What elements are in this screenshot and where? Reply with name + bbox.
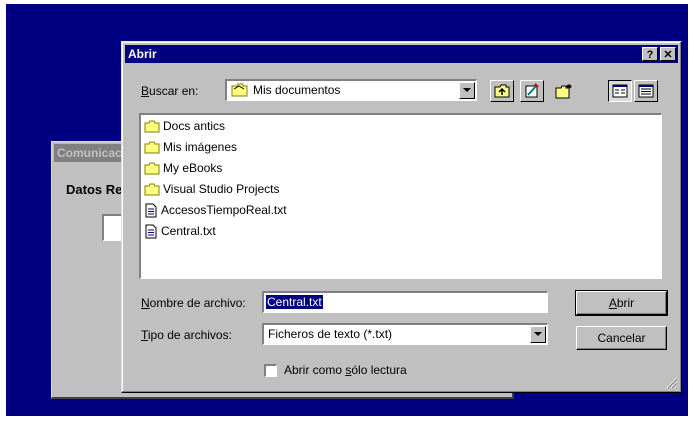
favorites-icon <box>525 83 539 98</box>
readonly-checkbox[interactable] <box>264 364 277 377</box>
folder-icon <box>144 162 160 174</box>
up-one-level-button[interactable] <box>490 80 514 102</box>
list-item[interactable]: Central.txt <box>144 222 216 240</box>
file-type-label: Tipo de archivos: <box>141 328 232 342</box>
list-view-button[interactable] <box>608 80 632 102</box>
look-in-label: Buscar en: <box>141 84 199 98</box>
new-folder-icon <box>555 84 572 99</box>
list-view-icon <box>612 84 628 98</box>
list-item-label: AccesosTiempoReal.txt <box>161 203 287 217</box>
list-item[interactable]: Visual Studio Projects <box>144 180 280 198</box>
desktop: Comunicación Datos Recibidos Abrir ? ✕ B… <box>6 4 688 416</box>
text-file-icon <box>145 203 157 217</box>
dialog-title: Abrir <box>128 47 157 61</box>
size-grip-icon[interactable] <box>666 377 678 389</box>
help-button[interactable]: ? <box>642 47 658 61</box>
folder-icon <box>144 120 160 132</box>
new-folder-button[interactable] <box>552 80 576 102</box>
file-type-dropdown[interactable]: Ficheros de texto (*.txt) <box>262 323 548 345</box>
list-item[interactable]: AccesosTiempoReal.txt <box>144 201 287 219</box>
list-item-label: Central.txt <box>161 224 216 238</box>
cancel-button[interactable]: Cancelar <box>576 326 667 350</box>
up-folder-icon <box>494 84 510 98</box>
text-file-icon <box>145 224 157 238</box>
file-name-input[interactable]: Central.txt <box>262 291 548 313</box>
look-in-arrow[interactable] <box>459 82 475 99</box>
look-in-value: Mis documentos <box>253 83 341 97</box>
file-name-value: Central.txt <box>266 295 323 309</box>
folder-icon <box>144 141 160 153</box>
details-view-icon <box>638 84 654 98</box>
list-item[interactable]: My eBooks <box>144 159 222 177</box>
list-item-label: Mis imágenes <box>163 140 238 154</box>
list-item[interactable]: Docs antics <box>144 117 225 135</box>
close-button[interactable]: ✕ <box>660 47 676 61</box>
look-in-dropdown[interactable]: Mis documentos <box>225 79 477 101</box>
open-dialog: Abrir ? ✕ Buscar en: Mis documentos Docs… <box>121 41 682 393</box>
file-name-label: Nombre de archivo: <box>141 296 246 310</box>
list-item-label: My eBooks <box>163 161 223 175</box>
folder-icon <box>144 183 160 195</box>
readonly-label: Abrir como sólo lectura <box>284 363 407 377</box>
list-item-label: Docs antics <box>163 119 226 133</box>
details-view-button[interactable] <box>634 80 658 102</box>
folder-icon <box>231 83 248 97</box>
open-button[interactable]: Abrir <box>575 290 668 316</box>
file-type-value: Ficheros de texto (*.txt) <box>268 327 393 341</box>
dialog-titlebar[interactable]: Abrir ? ✕ <box>125 45 678 63</box>
list-item-label: Visual Studio Projects <box>163 182 280 196</box>
file-type-arrow[interactable] <box>530 326 546 343</box>
list-item[interactable]: Mis imágenes <box>144 138 237 156</box>
favorites-button[interactable] <box>520 80 544 102</box>
file-list[interactable]: Docs antics Mis imágenes My eBooks Visua… <box>139 113 662 279</box>
